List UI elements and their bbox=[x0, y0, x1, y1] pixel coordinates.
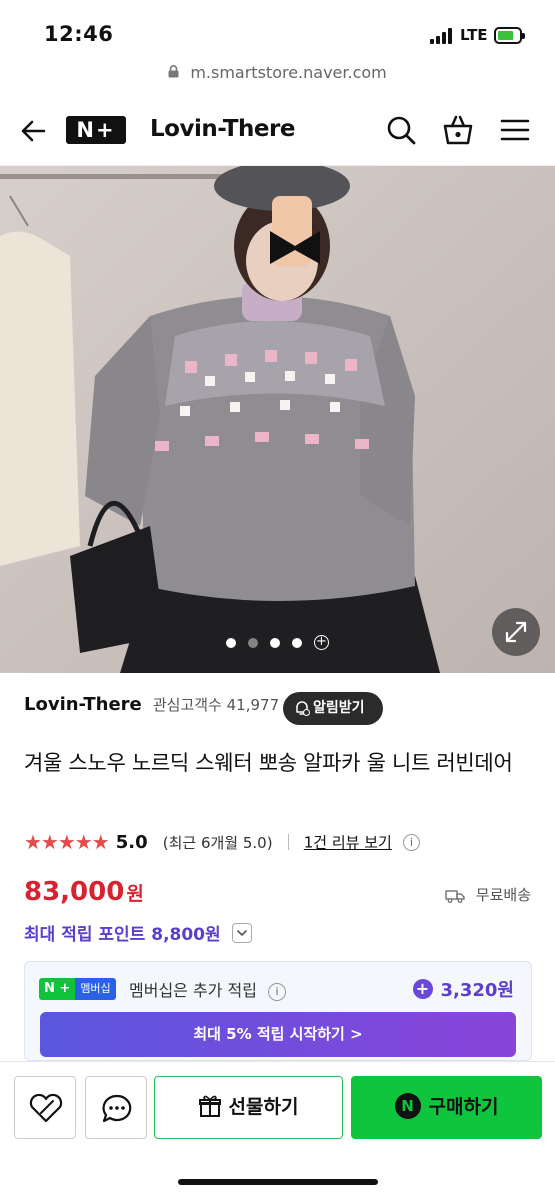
info-icon[interactable]: i bbox=[402, 833, 420, 851]
store-row: Lovin-There 관심고객수 41,977 bbox=[24, 694, 279, 724]
membership-point-value: 3,320원 bbox=[440, 980, 515, 1001]
expand-button[interactable] bbox=[492, 608, 540, 656]
wishlist-button[interactable] bbox=[14, 1076, 76, 1139]
rating-row: ★★★★★ 5.0 (최근 6개월 5.0) 1건 리뷰 보기 i bbox=[24, 830, 420, 856]
chevron-down-icon[interactable] bbox=[231, 923, 252, 943]
membership-points: +3,320원 bbox=[412, 976, 515, 1002]
membership-description: 멤버십은 추가 적립 bbox=[129, 981, 257, 1000]
naver-n-icon: N bbox=[394, 1092, 421, 1119]
membership-text: 멤버십은 추가 적립 i bbox=[129, 977, 287, 1001]
back-arrow-icon[interactable] bbox=[18, 116, 48, 146]
gift-icon bbox=[198, 1095, 221, 1117]
naver-plus-badge: N + bbox=[39, 978, 76, 1000]
status-time: 12:46 bbox=[44, 22, 114, 46]
shipping-label: 무료배송 bbox=[475, 886, 531, 904]
expand-icon bbox=[505, 621, 527, 643]
menu-icon[interactable] bbox=[499, 114, 531, 146]
product-image[interactable]: + bbox=[0, 166, 555, 673]
max-points[interactable]: 최대 적립 포인트 8,800원 bbox=[24, 920, 252, 945]
gift-button[interactable]: 선물하기 bbox=[154, 1076, 343, 1139]
membership-cta-button[interactable]: 최대 5% 적립 시작하기 > bbox=[40, 1012, 516, 1057]
gallery-dot[interactable] bbox=[248, 637, 258, 648]
rating-stars: ★★★★★ bbox=[24, 830, 110, 854]
gallery-dot[interactable] bbox=[292, 637, 302, 648]
store-header: N+ Lovin-There bbox=[0, 96, 555, 166]
shopping-bag-icon[interactable] bbox=[442, 114, 474, 146]
store-name[interactable]: Lovin-There bbox=[24, 694, 142, 715]
naver-plus-logo[interactable]: N+ bbox=[66, 116, 126, 144]
search-icon[interactable] bbox=[385, 114, 417, 146]
battery-icon bbox=[494, 27, 525, 44]
fans-count: 관심고객수 41,977 bbox=[152, 696, 280, 714]
status-bar: 12:46 LTE bbox=[0, 0, 555, 62]
buy-button[interactable]: N 구매하기 bbox=[351, 1076, 542, 1139]
buy-button-label: 구매하기 bbox=[428, 1096, 499, 1118]
home-indicator bbox=[178, 1179, 378, 1185]
url-text: m.smartstore.naver.com bbox=[190, 63, 387, 82]
rating-score: 5.0 bbox=[115, 831, 148, 853]
heart-icon bbox=[29, 1093, 63, 1123]
gallery-dot[interactable] bbox=[270, 637, 280, 648]
truck-icon bbox=[445, 889, 465, 903]
recent-rating: (최근 6개월 5.0) bbox=[162, 833, 273, 852]
shipping-info: 무료배송 bbox=[445, 884, 531, 905]
plus-circle-icon: + bbox=[412, 979, 433, 999]
network-label: LTE bbox=[460, 26, 488, 44]
gift-button-label: 선물하기 bbox=[228, 1096, 299, 1118]
talk-button[interactable] bbox=[85, 1076, 147, 1139]
gallery-dot[interactable] bbox=[226, 637, 236, 648]
info-icon[interactable]: i bbox=[268, 982, 287, 1001]
lock-icon bbox=[168, 65, 179, 78]
price: 83,000 원 bbox=[24, 877, 144, 907]
membership-badge-label: 멤버십 bbox=[75, 978, 116, 1000]
membership-box: N + 멤버십 멤버십은 추가 적립 i +3,320원 최대 5% 적립 시작하… bbox=[24, 961, 532, 1061]
divider bbox=[287, 834, 289, 850]
price-value: 83,000 bbox=[24, 877, 125, 907]
gallery-more-icon[interactable]: + bbox=[314, 635, 329, 650]
store-title[interactable]: Lovin-There bbox=[150, 116, 295, 142]
chat-bubble-icon bbox=[102, 1094, 132, 1123]
product-photo bbox=[0, 166, 555, 673]
url-bar[interactable]: m.smartstore.naver.com bbox=[0, 62, 555, 96]
membership-badge: N + 멤버십 bbox=[39, 978, 116, 1000]
product-title: 겨울 스노우 노르딕 스웨터 뽀송 알파카 울 니트 러빈데어 bbox=[24, 751, 513, 775]
bell-icon bbox=[296, 701, 310, 716]
signal-icon bbox=[430, 28, 456, 44]
alarm-button-label: 알림받기 bbox=[313, 700, 365, 716]
points-label: 최대 적립 포인트 8,800원 bbox=[24, 925, 221, 945]
price-unit: 원 bbox=[126, 883, 144, 905]
gallery-indicator: + bbox=[0, 632, 555, 651]
alarm-button[interactable]: 알림받기 bbox=[283, 692, 383, 725]
review-link[interactable]: 1건 리뷰 보기 bbox=[304, 834, 392, 852]
